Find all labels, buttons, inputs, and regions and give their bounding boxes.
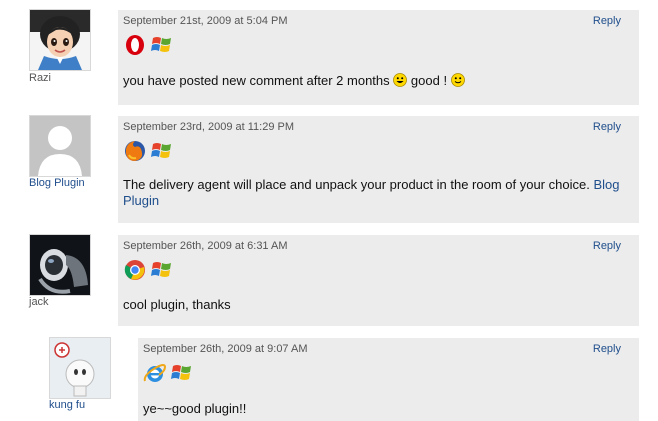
windows-icon (170, 361, 194, 385)
internet-explorer-icon (143, 361, 167, 385)
comment-box: September 26th, 2009 at 9:07 AM Reply ye… (138, 338, 639, 421)
comment-text: ye~~good plugin!! (143, 401, 247, 416)
avatar (49, 337, 111, 399)
comment-author-link[interactable]: kung fu (49, 399, 85, 411)
comment-date: September 26th, 2009 at 9:07 AM (143, 343, 308, 355)
platform-icons (143, 361, 194, 385)
avatar-robot-icon (50, 338, 110, 398)
comment-item-reply: kung fu September 26th, 2009 at 9:07 AM … (0, 0, 658, 421)
reply-link[interactable]: Reply (593, 343, 621, 355)
